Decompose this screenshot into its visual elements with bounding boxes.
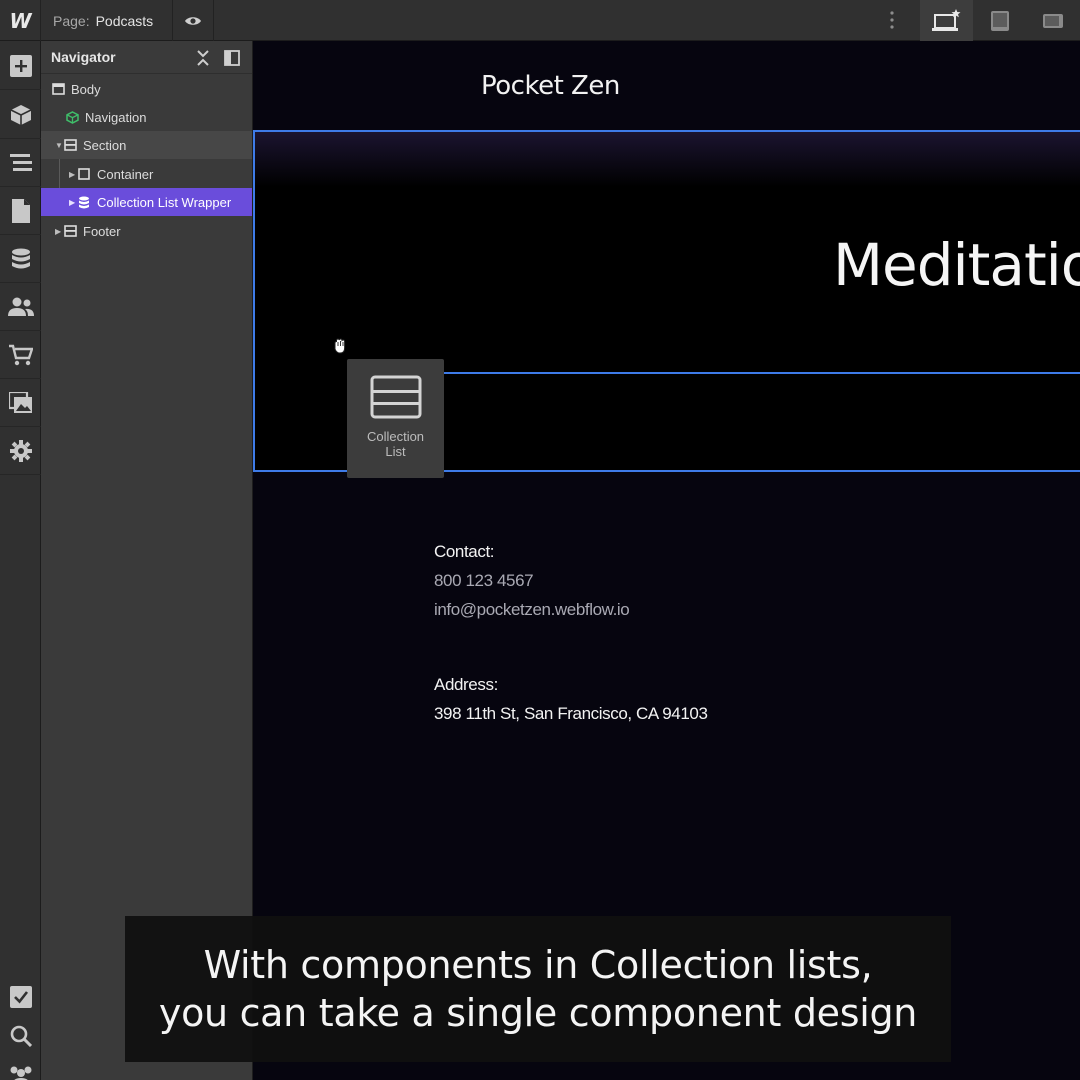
caption-line-2: you can take a single component design [158, 991, 918, 1035]
dock-panel-icon[interactable] [224, 50, 240, 66]
cms-panel-button[interactable] [0, 235, 41, 283]
contact-email[interactable]: info@pocketzen.webflow.io [434, 600, 630, 620]
section-element-icon [63, 224, 77, 238]
settings-panel-button[interactable] [0, 427, 41, 475]
navigator-panel-button[interactable] [0, 139, 41, 187]
container-outline [443, 372, 1080, 374]
cms-icon [11, 248, 30, 268]
tablet-icon [990, 10, 1009, 31]
caret-right-icon[interactable]: ▶ [69, 198, 77, 207]
users-icon [7, 297, 34, 316]
tree-item-label: Section [83, 137, 127, 153]
components-panel-button[interactable] [0, 91, 41, 139]
kebab-menu-icon [890, 11, 894, 29]
team-button[interactable] [0, 1051, 41, 1080]
tree-item-body[interactable]: Body [41, 75, 252, 103]
grab-cursor-icon [334, 338, 346, 354]
top-bar: W Page: Podcasts [0, 0, 1080, 41]
preview-button[interactable] [172, 0, 214, 41]
section-element-icon [63, 138, 77, 152]
pages-panel-button[interactable] [0, 187, 41, 235]
desktop-star-icon [931, 8, 960, 31]
breakpoint-landscape-button[interactable] [1026, 0, 1079, 41]
drag-card-label-line2: List [385, 444, 406, 459]
checklist-icon [9, 986, 32, 1008]
ecommerce-icon [8, 344, 33, 365]
page-prefix: Page: [53, 12, 90, 29]
caret-right-icon[interactable]: ▶ [69, 170, 77, 179]
tree-item-footer[interactable]: ▶ Footer [41, 217, 252, 245]
add-icon [9, 54, 32, 77]
page-selector[interactable]: Page: Podcasts [53, 0, 153, 41]
settings-icon [9, 439, 32, 462]
drag-card-label: Collection List [367, 429, 424, 459]
team-icon [10, 1066, 31, 1080]
users-panel-button[interactable] [0, 283, 41, 331]
pages-icon [11, 198, 30, 223]
components-icon [10, 104, 31, 125]
navigator-header: Navigator [41, 41, 252, 74]
caret-down-icon[interactable]: ▼ [55, 141, 63, 150]
tree-item-collection-list-wrapper[interactable]: ▶ Collection List Wrapper [41, 188, 252, 216]
page-name: Podcasts [95, 12, 154, 29]
container-element-icon [77, 167, 91, 181]
tree-item-container[interactable]: ▶ Container [41, 160, 252, 188]
breakpoint-desktop-button[interactable] [920, 0, 973, 41]
breakpoint-switcher [920, 0, 1079, 41]
add-panel-button[interactable] [0, 42, 41, 90]
tree-item-navigation[interactable]: Navigation [41, 103, 252, 131]
tree-item-section[interactable]: ▼ Section [41, 131, 252, 159]
collapse-icon[interactable] [196, 50, 210, 66]
navigator-title: Navigator [51, 49, 116, 65]
webflow-logo[interactable]: W [0, 0, 41, 41]
contact-heading: Contact: [434, 542, 495, 561]
component-icon [65, 110, 79, 124]
assets-icon [8, 391, 32, 413]
caret-right-icon[interactable]: ▶ [55, 227, 63, 236]
collection-icon [77, 195, 91, 209]
address-heading: Address: [434, 675, 498, 694]
video-caption: With components in Collection lists, you… [125, 916, 951, 1062]
tree-item-label: Footer [83, 223, 121, 239]
eye-icon [185, 16, 201, 25]
body-element-icon [51, 82, 65, 96]
contact-phone[interactable]: 800 123 4567 [434, 571, 534, 591]
tree-item-label: Container [97, 166, 154, 182]
search-icon [10, 1025, 32, 1047]
tree-item-label: Navigation [85, 109, 147, 125]
collection-list-drag-card[interactable]: Collection List [347, 359, 444, 478]
breakpoint-tablet-button[interactable] [973, 0, 1026, 41]
tree-item-label: Collection List Wrapper [97, 194, 232, 210]
kebab-menu-button[interactable] [882, 8, 902, 32]
tablet-landscape-icon [1042, 13, 1063, 28]
assets-panel-button[interactable] [0, 379, 41, 427]
drag-card-label-line1: Collection [366, 429, 425, 444]
tree-item-label: Body [71, 81, 101, 97]
hero-heading[interactable]: Meditatio [833, 231, 1080, 299]
navigator-icon [9, 153, 32, 171]
brand-logo-text[interactable]: Pocket Zen [481, 71, 620, 101]
left-toolbar [0, 41, 41, 1080]
address-line: 398 11th St, San Francisco, CA 94103 [434, 704, 708, 723]
caption-line-1: With components in Collection lists, [203, 943, 873, 987]
collection-list-icon [370, 375, 421, 419]
ecommerce-panel-button[interactable] [0, 331, 41, 379]
